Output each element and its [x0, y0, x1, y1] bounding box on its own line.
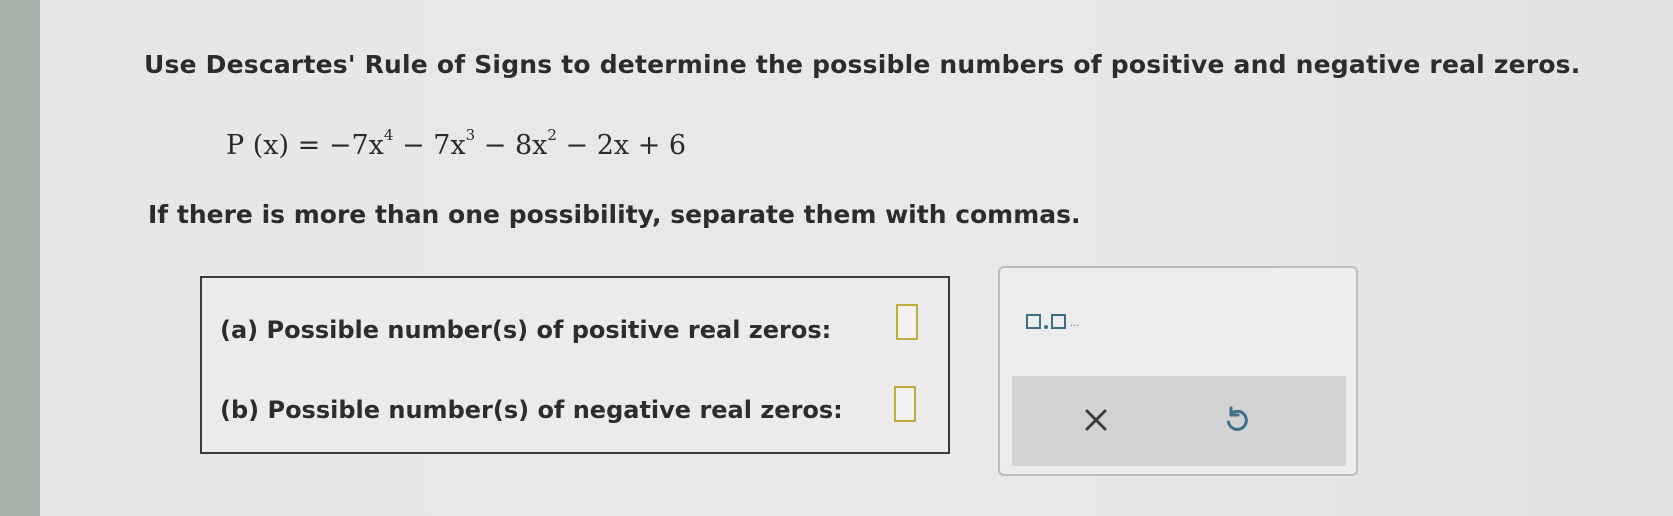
multiple-answer-icon — [1026, 314, 1041, 329]
answer-tools-panel: ... — [998, 266, 1358, 476]
question-page: Use Descartes' Rule of Signs to determin… — [40, 0, 1673, 516]
answer-box: (a) Possible number(s) of positive real … — [200, 276, 950, 454]
negative-zeros-label: (b) Possible number(s) of negative real … — [220, 396, 843, 424]
question-instruction: Use Descartes' Rule of Signs to determin… — [144, 50, 1581, 79]
multiple-answer-button[interactable]: ... — [1026, 314, 1080, 329]
clear-button[interactable] — [1074, 398, 1118, 442]
left-sidebar-strip — [0, 0, 40, 516]
positive-zeros-label: (a) Possible number(s) of positive real … — [220, 316, 832, 344]
positive-zeros-input[interactable] — [896, 304, 918, 340]
undo-icon — [1227, 406, 1248, 431]
term-3: − 8x2 — [475, 126, 557, 161]
equation-lhs: P (x) = — [226, 130, 329, 161]
negative-zeros-input[interactable] — [894, 386, 916, 422]
action-bar — [1012, 376, 1346, 466]
term-1: −7x4 — [328, 126, 394, 161]
clear-x-icon — [1085, 409, 1107, 431]
undo-button[interactable] — [1215, 398, 1259, 442]
term-4: − 2x + 6 — [556, 130, 687, 161]
term-2: − 7x3 — [393, 126, 476, 161]
ellipsis: ... — [1070, 318, 1080, 329]
polynomial-equation: P (x) = −7x4 − 7x3 − 8x2 − 2x + 6 — [226, 126, 687, 161]
question-note: If there is more than one possibility, s… — [148, 200, 1081, 229]
